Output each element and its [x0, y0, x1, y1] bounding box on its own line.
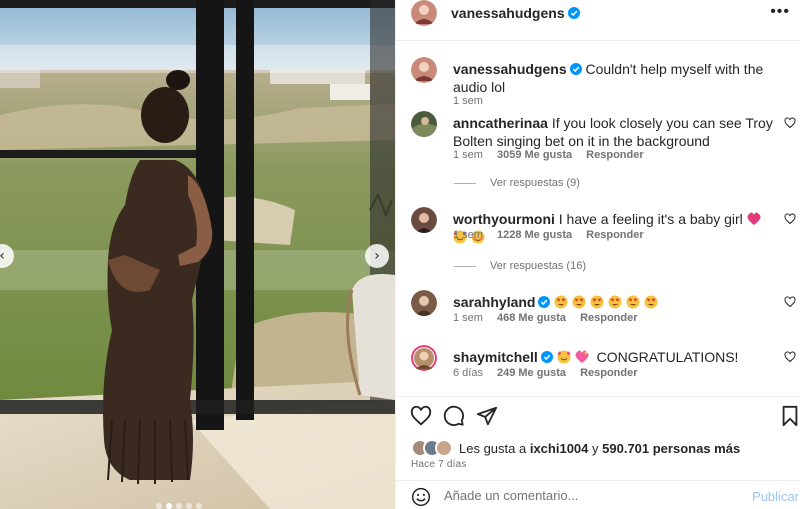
likes-prefix: Les gusta a	[459, 440, 527, 456]
liker-avatars[interactable]	[411, 439, 455, 457]
likes-connector: y	[592, 440, 599, 456]
comment-like-heart-icon[interactable]	[784, 296, 796, 308]
reply-button[interactable]: Responder	[586, 149, 643, 161]
caption-username[interactable]: vanessahudgens	[453, 61, 567, 77]
comment-time: 6 días	[453, 367, 483, 379]
comment-like-heart-icon[interactable]	[784, 351, 796, 363]
comment-avatar[interactable]	[411, 111, 437, 137]
comment-time: 1 sem	[453, 312, 483, 324]
heart-eyes-emoji-icon	[608, 295, 622, 309]
photo-scene	[0, 0, 395, 509]
post-comment-button[interactable]: Publicar	[752, 489, 799, 504]
verified-badge-icon	[538, 296, 551, 308]
carousel-dot	[196, 503, 202, 509]
instagram-post-modal: ‹ › vanessahudgens ••• vanessahud	[0, 0, 800, 509]
view-replies-button[interactable]: Ver respuestas (9)	[454, 177, 580, 189]
share-paper-plane-icon[interactable]	[476, 405, 498, 427]
caption-text: vanessahudgens Couldn't help myself with…	[453, 60, 773, 96]
emoji-picker-icon[interactable]	[411, 487, 431, 507]
liked-by-user-link[interactable]: ixchi1004	[530, 441, 589, 456]
view-replies-button[interactable]: Ver respuestas (16)	[454, 260, 586, 272]
heart-eyes-emoji-icon	[626, 295, 640, 309]
comment-meta: 1 sem 3059 Me gusta Responder	[453, 149, 644, 161]
comment-avatar[interactable]	[411, 345, 437, 371]
liker-avatar	[435, 439, 453, 457]
comment-username[interactable]: shaymitchell	[453, 349, 538, 365]
caption-meta: 1 sem	[453, 95, 483, 107]
carousel-dot	[176, 503, 182, 509]
smiling-face-with-hearts-emoji-icon	[556, 350, 571, 364]
comment-username[interactable]: sarahhyland	[453, 294, 535, 310]
comment-likes[interactable]: 249 Me gusta	[497, 367, 566, 379]
comment-meta: 1 sem 1228 Me gusta Responder	[453, 229, 644, 241]
add-comment-bar: Publicar	[396, 480, 800, 509]
post-header: vanessahudgens •••	[396, 0, 800, 26]
comment-like-heart-icon[interactable]	[784, 213, 796, 225]
chevron-right-icon: ›	[374, 248, 380, 264]
heart-eyes-emoji-icon	[554, 295, 568, 309]
comment-username[interactable]: worthyourmoni	[453, 211, 555, 227]
verified-badge-icon	[569, 63, 582, 75]
comments-list[interactable]: vanessahudgens Couldn't help myself with…	[396, 40, 800, 395]
sparkling-heart-emoji-icon	[575, 350, 589, 363]
liked-by-others-link[interactable]: 590.701 personas más	[602, 441, 740, 456]
comment-likes[interactable]: 1228 Me gusta	[497, 229, 572, 241]
author-username-text: vanessahudgens	[451, 5, 565, 21]
heart-eyes-emoji-row	[554, 294, 662, 310]
comment-likes[interactable]: 468 Me gusta	[497, 312, 566, 324]
reply-button[interactable]: Responder	[580, 367, 637, 379]
verified-badge-icon	[540, 351, 553, 363]
comment-username[interactable]: anncatherinaa	[453, 115, 548, 131]
more-options-button[interactable]: •••	[770, 3, 790, 21]
comment-body: CONGRATULATIONS!	[596, 349, 739, 365]
add-comment-input[interactable]	[444, 488, 704, 503]
author-username[interactable]: vanessahudgens	[451, 5, 580, 21]
comment-likes[interactable]: 3059 Me gusta	[497, 149, 572, 161]
comment-meta: 1 sem 468 Me gusta Responder	[453, 312, 638, 324]
comment-time: 1 sem	[453, 149, 483, 161]
comment-bubble-icon[interactable]	[443, 405, 465, 427]
carousel-dot	[186, 503, 192, 509]
comment-text: shaymitchell CONGRATULATIONS!	[453, 348, 773, 366]
caption-avatar[interactable]	[411, 57, 437, 83]
post-actions: Les gusta a ixchi1004 y 590.701 personas…	[396, 396, 800, 509]
post-photo[interactable]: ‹ ›	[0, 0, 395, 509]
likes-summary: Les gusta a ixchi1004 y 590.701 personas…	[411, 439, 740, 457]
comment-body: I have a feeling it's a baby girl	[558, 211, 743, 227]
heart-eyes-emoji-icon	[572, 295, 586, 309]
pink-heart-emoji-icon	[747, 212, 761, 225]
post-side-panel: vanessahudgens ••• vanessahudgens Couldn…	[395, 0, 800, 509]
caption-time: 1 sem	[453, 95, 483, 107]
comment-avatar[interactable]	[411, 207, 437, 233]
comment-avatar[interactable]	[411, 290, 437, 316]
comment-meta: 6 días 249 Me gusta Responder	[453, 367, 638, 379]
view-replies-label: Ver respuestas (9)	[490, 177, 580, 189]
like-heart-icon[interactable]	[410, 405, 432, 427]
comment-text: sarahhyland	[453, 293, 773, 311]
carousel-dots	[156, 503, 202, 509]
chevron-left-icon: ‹	[0, 249, 5, 263]
carousel-next-button[interactable]: ›	[365, 244, 389, 268]
comment-text: anncatherinaa If you look closely you ca…	[453, 114, 773, 150]
carousel-dot	[156, 503, 162, 509]
heart-eyes-emoji-icon	[590, 295, 604, 309]
reply-button[interactable]: Responder	[580, 312, 637, 324]
save-bookmark-icon[interactable]	[779, 405, 800, 427]
reply-button[interactable]: Responder	[586, 229, 643, 241]
comment-time: 1 sem	[453, 229, 483, 241]
carousel-dot	[166, 503, 172, 509]
post-timestamp[interactable]: Hace 7 días	[411, 459, 467, 470]
verified-badge-icon	[567, 7, 580, 19]
view-replies-label: Ver respuestas (16)	[490, 260, 586, 272]
comment-like-heart-icon[interactable]	[784, 117, 796, 129]
heart-eyes-emoji-icon	[644, 295, 658, 309]
author-avatar[interactable]	[411, 0, 437, 26]
